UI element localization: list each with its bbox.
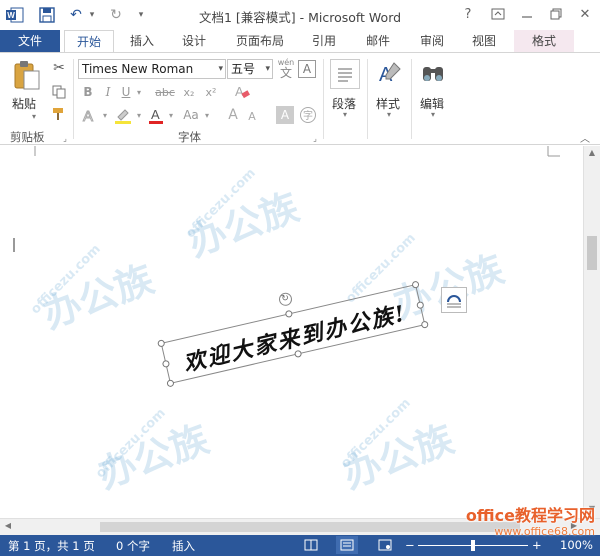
close-button[interactable]: ✕ <box>574 4 596 24</box>
text-effects-icon[interactable]: A <box>80 105 102 125</box>
zoom-level[interactable]: 100% <box>560 538 593 552</box>
restore-button[interactable] <box>545 4 567 24</box>
character-shading-icon[interactable]: A <box>276 106 294 124</box>
enclose-character-icon[interactable]: 字 <box>298 105 318 125</box>
character-border-icon[interactable]: A <box>298 60 316 78</box>
highlight-color-icon[interactable] <box>112 105 134 125</box>
svg-text:字: 字 <box>303 109 313 122</box>
clipboard-launcher-icon[interactable]: ⌟ <box>60 133 70 143</box>
font-group-label: 字体 <box>178 130 201 144</box>
clear-formatting-icon[interactable]: A <box>232 82 252 102</box>
font-color-dropdown-icon[interactable]: ▾ <box>166 109 176 121</box>
svg-text:A: A <box>235 84 244 99</box>
tab-insert[interactable]: 插入 <box>120 30 164 53</box>
paste-dropdown-icon[interactable]: ▾ <box>28 111 40 121</box>
styles-icon[interactable]: A <box>374 59 404 89</box>
underline-icon[interactable]: U <box>118 83 134 101</box>
tab-view[interactable]: 视图 <box>462 30 506 53</box>
ribbon-display-options-button[interactable] <box>487 4 509 24</box>
separator <box>73 59 74 139</box>
superscript-icon[interactable]: x² <box>202 83 220 101</box>
paste-icon[interactable] <box>10 59 44 91</box>
vertical-scrollbar[interactable]: ▲ ▼ <box>583 146 600 518</box>
read-mode-icon[interactable] <box>304 539 318 554</box>
font-size-dropdown-icon[interactable]: ▾ <box>265 60 270 78</box>
tab-format[interactable]: 格式 <box>514 30 574 53</box>
collapse-ribbon-icon[interactable]: ︿ <box>578 131 592 145</box>
minimize-button[interactable] <box>516 4 538 24</box>
site-watermark-url: www.office68.com <box>494 525 595 538</box>
bold-icon[interactable]: B <box>80 83 96 101</box>
clipboard-group-label: 剪贴板 <box>10 130 45 144</box>
phonetic-guide-icon[interactable]: wén 文 <box>277 57 295 81</box>
tab-mailings[interactable]: 邮件 <box>356 30 400 53</box>
separator <box>323 59 324 139</box>
phonetic-wen-char: 文 <box>279 66 292 80</box>
underline-dropdown-icon[interactable]: ▾ <box>134 83 144 101</box>
separator <box>411 59 412 139</box>
page-count[interactable]: 第 1 页，共 1 页 <box>8 538 95 554</box>
paste-label[interactable]: 粘贴 <box>12 95 36 112</box>
scroll-up-icon[interactable]: ▲ <box>584 148 600 160</box>
font-name-dropdown-icon[interactable]: ▾ <box>218 60 223 78</box>
document-area[interactable]: officezu.com 办公族 officezu.com 办公族 office… <box>0 146 600 518</box>
highlight-dropdown-icon[interactable]: ▾ <box>134 109 144 121</box>
font-size-combo[interactable]: 五号 ▾ <box>227 59 273 79</box>
subscript-icon[interactable]: x₂ <box>180 83 198 101</box>
title-bar: W ↶ ▾ ↻ ▾ 文档1 [兼容模式] - Microsoft Word ? … <box>0 0 600 30</box>
tab-page-layout[interactable]: 页面布局 <box>228 30 292 53</box>
help-button[interactable]: ? <box>457 4 479 24</box>
zoom-out-icon[interactable]: − <box>405 538 415 552</box>
font-launcher-icon[interactable]: ⌟ <box>310 133 320 143</box>
italic-icon[interactable]: I <box>100 83 116 101</box>
strikethrough-icon[interactable]: abc <box>154 83 176 101</box>
print-layout-icon[interactable] <box>336 536 358 554</box>
window-title: 文档1 [兼容模式] - Microsoft Word <box>198 10 402 25</box>
format-painter-icon[interactable] <box>50 105 68 123</box>
cut-icon[interactable]: ✂ <box>50 59 68 77</box>
paragraph-icon[interactable] <box>330 59 360 89</box>
resize-handle[interactable] <box>284 309 294 319</box>
tab-design[interactable]: 设计 <box>172 30 216 53</box>
shrink-font-icon[interactable]: A <box>244 107 260 125</box>
scroll-left-icon[interactable]: ◀ <box>2 521 14 533</box>
font-size-value: 五号 <box>231 62 256 76</box>
ribbon: 粘贴 ▾ ✂ 剪贴板 ⌟ Times New Roman ▾ 五号 ▾ wén … <box>0 52 600 145</box>
font-color-icon[interactable]: A <box>146 105 166 125</box>
scroll-thumb[interactable] <box>587 236 597 270</box>
binoculars-icon[interactable] <box>418 59 448 89</box>
tab-review[interactable]: 审阅 <box>410 30 454 53</box>
layout-options-icon[interactable] <box>441 287 467 313</box>
change-case-dropdown-icon[interactable]: ▾ <box>202 109 212 121</box>
separator <box>367 59 368 139</box>
change-case-icon[interactable]: Aa <box>180 105 202 125</box>
tab-references[interactable]: 引用 <box>302 30 346 53</box>
styles-dropdown-icon[interactable]: ▾ <box>384 109 394 119</box>
font-name-value: Times New Roman <box>82 62 194 76</box>
insert-mode[interactable]: 插入 <box>172 538 195 554</box>
grow-font-icon[interactable]: A <box>224 105 242 125</box>
web-layout-icon[interactable] <box>378 539 392 554</box>
resize-handle[interactable] <box>157 339 166 348</box>
svg-text:A: A <box>83 108 93 124</box>
word-count[interactable]: 0 个字 <box>116 538 150 554</box>
site-watermark-name: office教程学习网 <box>465 506 595 525</box>
paragraph-dropdown-icon[interactable]: ▾ <box>340 109 350 119</box>
ribbon-tabs: 文件 开始 插入 设计 页面布局 引用 邮件 审阅 视图 格式 <box>0 30 600 53</box>
copy-icon[interactable] <box>50 83 68 101</box>
zoom-in-icon[interactable]: + <box>532 538 542 552</box>
tab-file[interactable]: 文件 <box>0 30 60 53</box>
svg-text:A: A <box>151 107 160 122</box>
site-watermark: office教程学习网 www.office68.com <box>435 507 595 539</box>
editing-dropdown-icon[interactable]: ▾ <box>428 109 438 119</box>
tab-home[interactable]: 开始 <box>64 30 114 53</box>
font-name-combo[interactable]: Times New Roman ▾ <box>78 59 226 79</box>
text-effects-dropdown-icon[interactable]: ▾ <box>100 109 110 121</box>
zoom-slider-thumb[interactable] <box>471 540 475 551</box>
